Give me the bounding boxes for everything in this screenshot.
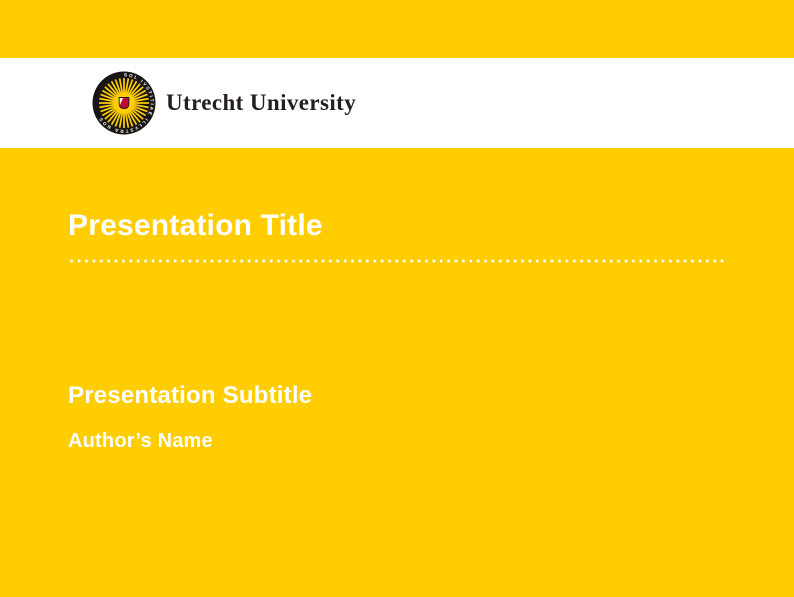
dotted-divider <box>68 259 728 263</box>
presentation-title: Presentation Title <box>68 210 794 242</box>
logo-band: SOL IVSTITIAE ILLVSTRA NOS Utrecht Unive <box>0 58 794 148</box>
university-logo: SOL IVSTITIAE ILLVSTRA NOS Utrecht Unive <box>92 71 356 135</box>
top-yellow-band <box>0 0 794 58</box>
presentation-subtitle: Presentation Subtitle <box>68 383 794 408</box>
title-slide: SOL IVSTITIAE ILLVSTRA NOS Utrecht Unive <box>0 0 794 597</box>
seal-shield <box>119 97 130 109</box>
author-name: Author’s Name <box>68 431 794 452</box>
slide-content: Presentation Title Presentation Subtitle… <box>0 148 794 597</box>
utrecht-university-seal-icon: SOL IVSTITIAE ILLVSTRA NOS <box>92 71 156 135</box>
university-wordmark: Utrecht University <box>166 90 356 116</box>
